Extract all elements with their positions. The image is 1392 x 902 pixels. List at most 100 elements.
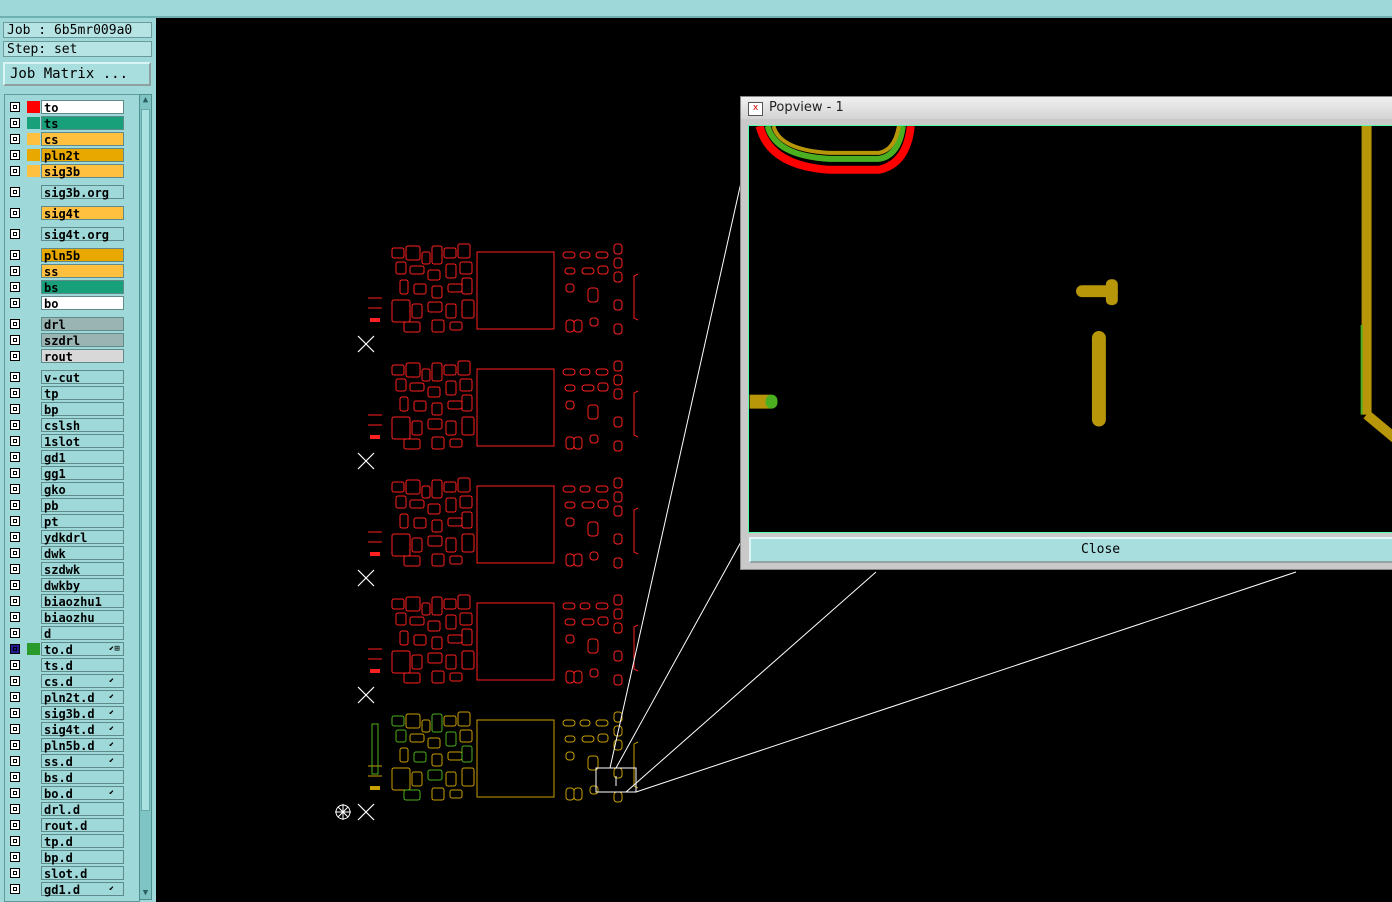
job-matrix-button[interactable]: Job Matrix ... xyxy=(3,62,151,86)
layer-checkbox[interactable] xyxy=(10,404,20,414)
layer-name[interactable]: ts.d xyxy=(41,658,124,673)
layer-name[interactable]: pln2t xyxy=(41,148,124,163)
layer-checkbox[interactable] xyxy=(10,134,20,144)
layer-checkbox[interactable] xyxy=(10,468,20,478)
layer-name[interactable]: rout.d xyxy=(41,818,124,833)
layer-row-gd1.d[interactable]: gd1.d ⬋ xyxy=(5,881,139,897)
layer-row-dwk[interactable]: dwk xyxy=(5,545,139,561)
layer-list-scrollbar[interactable]: ▲ ▼ xyxy=(139,94,152,900)
layer-name[interactable]: dwk xyxy=(41,546,124,561)
layer-row-pb[interactable]: pb xyxy=(5,497,139,513)
layer-name[interactable]: sig3b xyxy=(41,164,124,179)
layer-row-bs[interactable]: bs xyxy=(5,279,139,295)
popview-titlebar[interactable]: x Popview - 1 xyxy=(741,97,1392,119)
layer-name[interactable]: cslsh xyxy=(41,418,124,433)
layer-row-biaozhu1[interactable]: biaozhu1 xyxy=(5,593,139,609)
layer-name[interactable]: v-cut xyxy=(41,370,124,385)
layer-name[interactable]: pb xyxy=(41,498,124,513)
layer-row-gg1[interactable]: gg1 xyxy=(5,465,139,481)
layer-checkbox[interactable] xyxy=(10,436,20,446)
layer-checkbox[interactable] xyxy=(10,187,20,197)
layer-name[interactable]: drl xyxy=(41,317,124,332)
layer-name[interactable]: tp.d xyxy=(41,834,124,849)
layer-row-ss.d[interactable]: ss.d ⬋ xyxy=(5,753,139,769)
layer-name[interactable]: pln5b xyxy=(41,248,124,263)
layer-checkbox[interactable] xyxy=(10,740,20,750)
layer-checkbox[interactable] xyxy=(10,335,20,345)
layer-row-pln5b.d[interactable]: pln5b.d ⬋ xyxy=(5,737,139,753)
layer-checkbox[interactable] xyxy=(10,644,20,654)
layer-name[interactable]: ydkdrl xyxy=(41,530,124,545)
layer-checkbox[interactable] xyxy=(10,250,20,260)
layer-row-ts.d[interactable]: ts.d xyxy=(5,657,139,673)
layer-checkbox[interactable] xyxy=(10,788,20,798)
layer-name[interactable]: gg1 xyxy=(41,466,124,481)
layer-checkbox[interactable] xyxy=(10,820,20,830)
layer-row-pln5b[interactable]: pln5b xyxy=(5,247,139,263)
layer-name[interactable]: d xyxy=(41,626,124,641)
layer-checkbox[interactable] xyxy=(10,580,20,590)
layer-row-pln2t[interactable]: pln2t xyxy=(5,147,139,163)
layer-row-sig4t.d[interactable]: sig4t.d ⬋ xyxy=(5,721,139,737)
layer-name[interactable]: szdwk xyxy=(41,562,124,577)
layer-name[interactable]: sig4t.org xyxy=(41,227,124,242)
layer-row-sig4t.org[interactable]: sig4t.org xyxy=(5,226,139,242)
layer-name[interactable]: to xyxy=(41,100,124,115)
layer-name[interactable]: bp.d xyxy=(41,850,124,865)
layer-checkbox[interactable] xyxy=(10,596,20,606)
layer-name[interactable]: slot.d xyxy=(41,866,124,881)
layer-checkbox[interactable] xyxy=(10,516,20,526)
layer-checkbox[interactable] xyxy=(10,208,20,218)
layer-color-swatch[interactable] xyxy=(27,149,40,161)
layer-checkbox[interactable] xyxy=(10,372,20,382)
layer-name[interactable]: bp xyxy=(41,402,124,417)
layer-color-swatch[interactable] xyxy=(27,133,40,145)
layer-row-drl.d[interactable]: drl.d xyxy=(5,801,139,817)
layer-checkbox[interactable] xyxy=(10,388,20,398)
layer-name[interactable]: gd1 xyxy=(41,450,124,465)
scroll-up-icon[interactable]: ▲ xyxy=(140,95,151,106)
layer-checkbox[interactable] xyxy=(10,150,20,160)
layer-color-swatch[interactable] xyxy=(27,101,40,113)
layer-row-biaozhu[interactable]: biaozhu xyxy=(5,609,139,625)
layer-checkbox[interactable] xyxy=(10,772,20,782)
layer-checkbox[interactable] xyxy=(10,676,20,686)
layer-checkbox[interactable] xyxy=(10,868,20,878)
layer-row-pt[interactable]: pt xyxy=(5,513,139,529)
layer-checkbox[interactable] xyxy=(10,852,20,862)
layer-name[interactable]: tp xyxy=(41,386,124,401)
layer-checkbox[interactable] xyxy=(10,756,20,766)
popview-viewport[interactable] xyxy=(748,125,1392,533)
layer-row-gko[interactable]: gko xyxy=(5,481,139,497)
layer-name[interactable]: sig3b.org xyxy=(41,185,124,200)
layer-row-szdwk[interactable]: szdwk xyxy=(5,561,139,577)
layer-checkbox[interactable] xyxy=(10,660,20,670)
layer-checkbox[interactable] xyxy=(10,612,20,622)
layer-checkbox[interactable] xyxy=(10,229,20,239)
layer-row-gd1[interactable]: gd1 xyxy=(5,449,139,465)
layer-row-to[interactable]: to xyxy=(5,99,139,115)
layer-checkbox[interactable] xyxy=(10,484,20,494)
layer-row-drl[interactable]: drl xyxy=(5,316,139,332)
layer-row-tp[interactable]: tp xyxy=(5,385,139,401)
close-button[interactable]: Close xyxy=(749,537,1392,563)
layer-name[interactable]: drl.d xyxy=(41,802,124,817)
layer-name[interactable]: bs xyxy=(41,280,124,295)
layer-row-sig3b.d[interactable]: sig3b.d ⬋ xyxy=(5,705,139,721)
layer-row-to.d[interactable]: to.d ⬋⊞ xyxy=(5,641,139,657)
layer-row-bs.d[interactable]: bs.d xyxy=(5,769,139,785)
layer-row-tp.d[interactable]: tp.d xyxy=(5,833,139,849)
layer-checkbox[interactable] xyxy=(10,298,20,308)
layer-name[interactable]: sig4t xyxy=(41,206,124,221)
layer-checkbox[interactable] xyxy=(10,500,20,510)
layer-row-pln2t.d[interactable]: pln2t.d ⬋ xyxy=(5,689,139,705)
layer-checkbox[interactable] xyxy=(10,836,20,846)
layer-color-swatch[interactable] xyxy=(27,165,40,177)
layer-checkbox[interactable] xyxy=(10,266,20,276)
layer-checkbox[interactable] xyxy=(10,548,20,558)
layer-row-bp.d[interactable]: bp.d xyxy=(5,849,139,865)
layer-name[interactable]: biaozhu xyxy=(41,610,124,625)
layer-row-bp[interactable]: bp xyxy=(5,401,139,417)
layer-checkbox[interactable] xyxy=(10,166,20,176)
layer-row-cslsh[interactable]: cslsh xyxy=(5,417,139,433)
